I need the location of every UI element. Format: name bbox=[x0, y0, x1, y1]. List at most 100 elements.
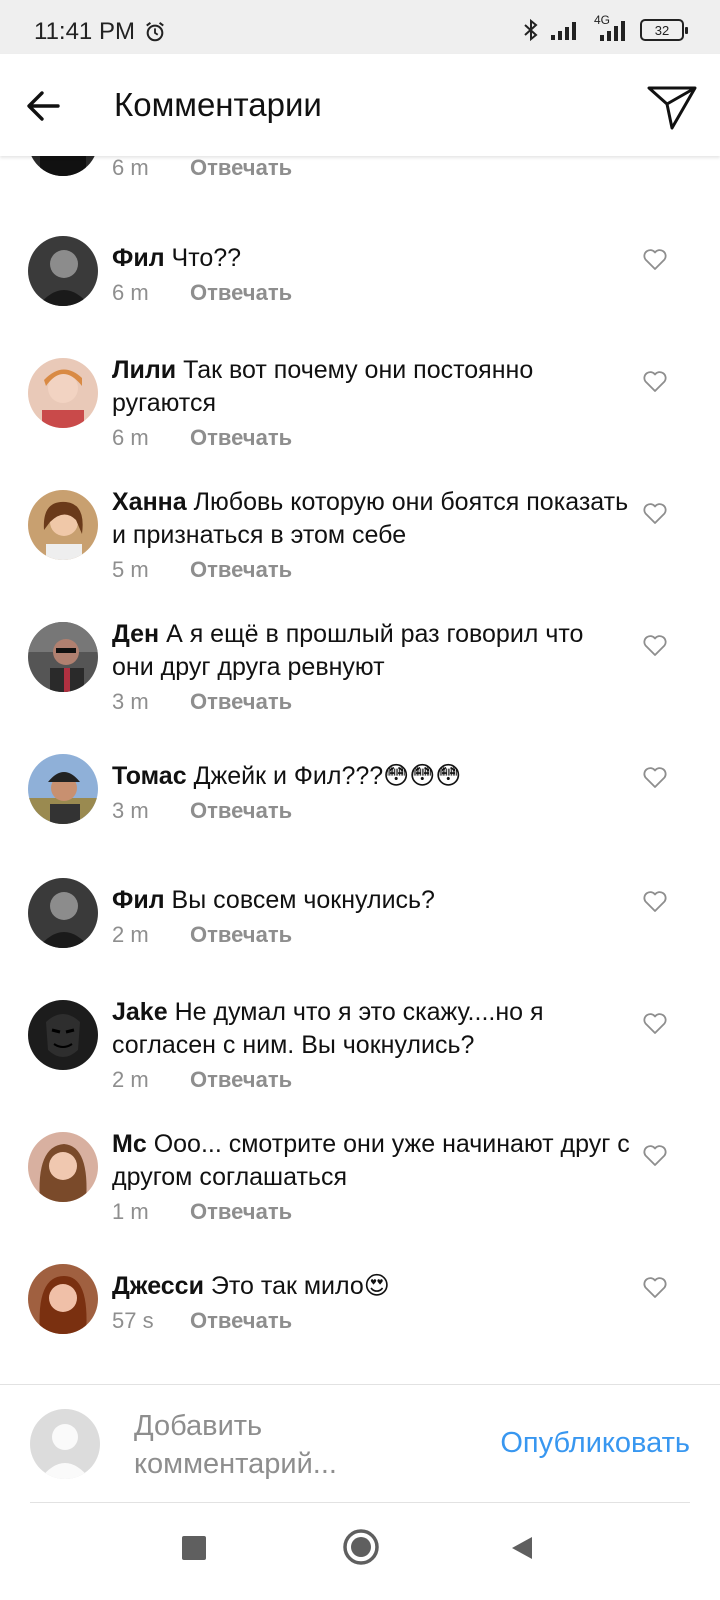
comment-author[interactable]: Mc bbox=[112, 1130, 147, 1158]
alarm-icon bbox=[146, 22, 164, 42]
comment-meta: 5 m Отвечать bbox=[112, 556, 632, 584]
comment-body: 6 m Отвечать bbox=[112, 156, 632, 182]
comment-text: Ооо... смотрите они уже начинают друг с … bbox=[112, 1130, 630, 1191]
comment-text: Так вот почему они постоянно ругаются bbox=[112, 356, 534, 417]
comment-author[interactable]: Ханна bbox=[112, 488, 187, 516]
comment-body: Ден А я ещё в прошлый раз говорил что он… bbox=[112, 618, 632, 716]
avatar[interactable] bbox=[28, 1132, 98, 1202]
comment-text: Джейк и Фил???😳😳😳 bbox=[193, 762, 462, 790]
reply-button[interactable]: Отвечать bbox=[190, 1198, 292, 1226]
back-arrow-icon[interactable] bbox=[22, 84, 66, 128]
heart-outline-icon[interactable] bbox=[642, 890, 668, 914]
reply-button[interactable]: Отвечать bbox=[190, 1066, 292, 1094]
comment-author[interactable]: Джесси bbox=[112, 1272, 204, 1300]
avatar[interactable] bbox=[28, 490, 98, 560]
reply-button[interactable]: Отвечать bbox=[190, 688, 292, 716]
comment-text: А я ещё в прошлый раз говорил что они др… bbox=[112, 620, 584, 681]
comment-author[interactable]: Фил bbox=[112, 886, 165, 914]
avatar-image bbox=[28, 236, 98, 306]
avatar[interactable] bbox=[28, 622, 98, 692]
avatar-image bbox=[28, 1132, 98, 1202]
avatar[interactable] bbox=[28, 878, 98, 948]
comment-author[interactable]: Томас bbox=[112, 762, 187, 790]
avatar[interactable] bbox=[28, 358, 98, 428]
heart-outline-icon[interactable] bbox=[642, 502, 668, 526]
reply-button[interactable]: Отвечать bbox=[190, 556, 292, 584]
status-bar: 11:41 PM 4G 32 bbox=[0, 0, 720, 54]
comment-meta: 1 m Отвечать bbox=[112, 1198, 632, 1226]
comment-body: Томас Джейк и Фил???😳😳😳 3 m Отвечать bbox=[112, 760, 632, 825]
comment-meta: 3 m Отвечать bbox=[112, 797, 632, 825]
avatar-image bbox=[28, 878, 98, 948]
heart-outline-icon[interactable] bbox=[642, 1276, 668, 1300]
reply-button[interactable]: Отвечать bbox=[190, 424, 292, 452]
comment-meta: 2 m Отвечать bbox=[112, 1066, 632, 1094]
circle-icon[interactable] bbox=[342, 1528, 380, 1566]
comment-body: Ханна Любовь которую они боятся показать… bbox=[112, 486, 632, 584]
comment-author[interactable]: Лили bbox=[112, 356, 176, 384]
comment-text: Что?? bbox=[171, 244, 242, 272]
heart-outline-icon[interactable] bbox=[642, 766, 668, 790]
comment-input[interactable]: Добавить комментарий... bbox=[134, 1407, 404, 1483]
heart-outline-icon[interactable] bbox=[642, 1144, 668, 1168]
page-title: Комментарии bbox=[114, 86, 322, 123]
status-time: 11:41 PM bbox=[34, 18, 135, 45]
comment-time: 3 m bbox=[112, 798, 149, 823]
heart-outline-icon[interactable] bbox=[642, 248, 668, 272]
comment-body: Jake Не думал что я это скажу....но я со… bbox=[112, 996, 632, 1094]
avatar[interactable] bbox=[28, 1000, 98, 1070]
battery-level: 32 bbox=[654, 22, 670, 38]
avatar-image bbox=[28, 156, 98, 176]
comment-time: 3 m bbox=[112, 689, 149, 714]
comment-meta: 3 m Отвечать bbox=[112, 688, 632, 716]
comments-list[interactable]: 6 m Отвечать Фил Что?? 6 m Отвечать Лили… bbox=[0, 156, 720, 1384]
comment-meta: 6 m Отвечать bbox=[112, 156, 632, 182]
reply-button[interactable]: Отвечать bbox=[190, 921, 292, 949]
comment-time: 5 m bbox=[112, 557, 149, 582]
reply-button[interactable]: Отвечать bbox=[190, 797, 292, 825]
comment-body: Mc Ооо... смотрите они уже начинают друг… bbox=[112, 1128, 632, 1226]
heart-outline-icon[interactable] bbox=[642, 370, 668, 394]
comment-body: Фил Что?? 6 m Отвечать bbox=[112, 242, 632, 307]
avatar-image bbox=[28, 622, 98, 692]
comment-body: Джесси Это так мило😍 57 s Отвечать bbox=[112, 1270, 632, 1335]
avatar[interactable] bbox=[28, 1264, 98, 1334]
navigation-bar bbox=[0, 1508, 720, 1600]
paper-plane-icon[interactable] bbox=[646, 82, 698, 132]
triangle-left-icon[interactable] bbox=[508, 1534, 536, 1562]
comment-time: 57 s bbox=[112, 1308, 154, 1333]
status-icons: 4G 32 bbox=[522, 13, 688, 44]
comment-meta: 57 s Отвечать bbox=[112, 1307, 632, 1335]
avatar-image bbox=[28, 490, 98, 560]
divider bbox=[30, 1502, 690, 1503]
comment-composer: Добавить комментарий... Опубликовать bbox=[0, 1384, 720, 1502]
heart-outline-icon[interactable] bbox=[642, 1012, 668, 1036]
comment-author[interactable]: Фил bbox=[112, 244, 165, 272]
reply-button[interactable]: Отвечать bbox=[190, 279, 292, 307]
signal-icon bbox=[551, 22, 576, 40]
avatar[interactable] bbox=[28, 236, 98, 306]
bluetooth-icon bbox=[524, 18, 538, 42]
comment-time: 2 m bbox=[112, 922, 149, 947]
comment-time: 6 m bbox=[112, 425, 149, 450]
comment-author[interactable]: Jake bbox=[112, 998, 168, 1026]
user-avatar bbox=[30, 1409, 100, 1479]
avatar-image bbox=[28, 1264, 98, 1334]
signal-4g-icon bbox=[600, 21, 625, 41]
comment-text: Это так мило😍 bbox=[210, 1272, 390, 1300]
comment-text: Любовь которую они боятся показать и при… bbox=[112, 488, 629, 549]
heart-outline-icon[interactable] bbox=[642, 634, 668, 658]
comment-text: Вы совсем чокнулись? bbox=[171, 886, 435, 914]
comment-meta: 6 m Отвечать bbox=[112, 424, 632, 452]
reply-button[interactable]: Отвечать bbox=[190, 156, 292, 182]
avatar[interactable] bbox=[28, 754, 98, 824]
avatar[interactable] bbox=[28, 156, 98, 176]
comment-time: 2 m bbox=[112, 1067, 149, 1092]
avatar-image bbox=[28, 1000, 98, 1070]
comment-time: 1 m bbox=[112, 1199, 149, 1224]
reply-button[interactable]: Отвечать bbox=[190, 1307, 292, 1335]
square-icon[interactable] bbox=[182, 1536, 206, 1560]
publish-button[interactable]: Опубликовать bbox=[500, 1427, 690, 1460]
avatar-image bbox=[28, 754, 98, 824]
comment-author[interactable]: Ден bbox=[112, 620, 159, 648]
